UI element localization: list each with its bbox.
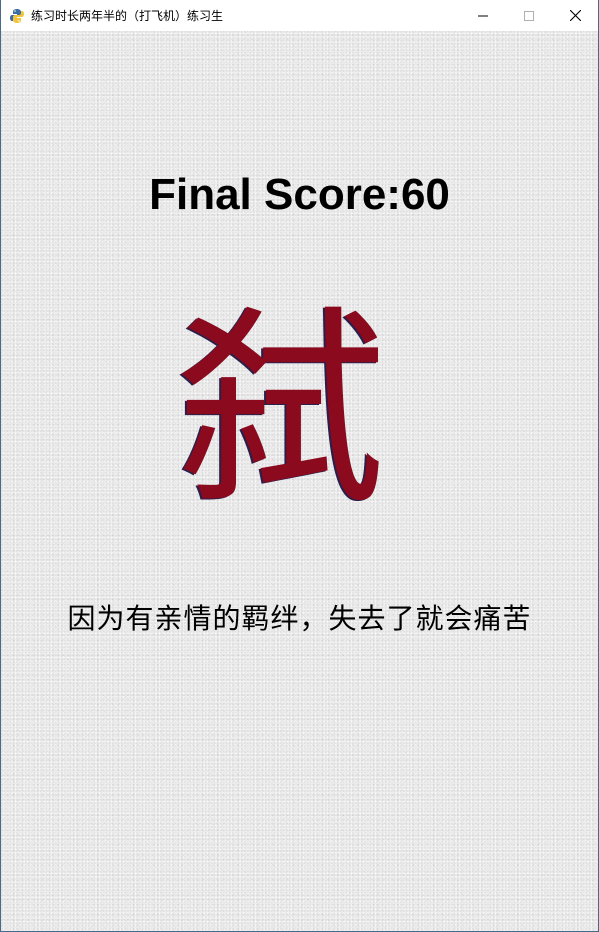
minimize-button[interactable] <box>460 0 506 31</box>
game-over-message: 因为有亲情的羁绊，失去了就会痛苦 <box>67 602 532 635</box>
maximize-icon <box>524 10 534 21</box>
window-title: 练习时长两年半的（打飞机）练习生 <box>31 9 224 23</box>
game-window: 练习时长两年半的（打飞机）练习生 Final Score:60 弑 因为有亲情的… <box>0 0 599 932</box>
game-canvas[interactable]: Final Score:60 弑 因为有亲情的羁绊，失去了就会痛苦 <box>1 31 598 931</box>
python-snake-icon <box>10 8 24 23</box>
minimize-icon <box>478 15 488 16</box>
title-bar[interactable]: 练习时长两年半的（打飞机）练习生 <box>1 0 598 31</box>
close-button[interactable] <box>552 0 598 31</box>
close-icon <box>569 10 581 21</box>
game-over-character: 弑 <box>175 288 386 533</box>
window-controls <box>460 0 598 31</box>
final-score-text: Final Score:60 <box>149 170 450 219</box>
maximize-button[interactable] <box>506 0 552 31</box>
